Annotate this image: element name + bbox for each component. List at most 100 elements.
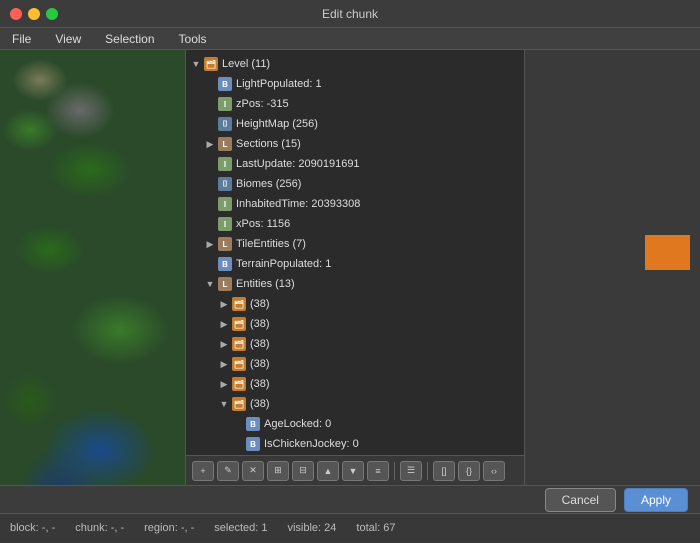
tree-item-label: (38) [250, 298, 270, 310]
tree-item-label: LightPopulated: 1 [236, 78, 322, 90]
tree-item[interactable]: [] HeightMap (256) [186, 114, 524, 134]
status-chunk: chunk: -, - [75, 522, 136, 534]
list-icon: L [218, 277, 232, 291]
tree-item-label: (38) [250, 398, 270, 410]
list-icon: L [218, 237, 232, 251]
tree-item[interactable]: IInhabitedTime: 20393308 [186, 194, 524, 214]
tree-item-label: (38) [250, 378, 270, 390]
toolbar-btn-list[interactable]: ☰ [400, 461, 422, 481]
bottom-toolbar: + ✎ ✕ ⊞ ⊟ ▲ ▼ ≡ ☰ [] {} ‹› [186, 455, 524, 485]
toolbar-btn-4[interactable]: ⊞ [267, 461, 289, 481]
tree-item[interactable]: LEntities (13) [186, 274, 524, 294]
tree-item-label: (38) [250, 318, 270, 330]
tree-item[interactable]: 🗂 (38) [186, 374, 524, 394]
menu-bar: File View Selection Tools [0, 28, 700, 50]
toolbar-btn-8[interactable]: ≡ [367, 461, 389, 481]
toolbar-btn-3[interactable]: ✕ [242, 461, 264, 481]
byte-icon: B [218, 77, 232, 91]
tree-item-label: TileEntities (7) [236, 238, 306, 250]
tree-item-label: TerrainPopulated: 1 [236, 258, 331, 270]
tree-item[interactable]: B IsChickenJockey: 0 [186, 434, 524, 454]
toolbar-btn-arr1[interactable]: [] [433, 461, 455, 481]
toolbar-btn-arr2[interactable]: {} [458, 461, 480, 481]
maximize-button[interactable] [46, 8, 58, 20]
status-selected: selected: 1 [214, 522, 279, 534]
tree-item-label: Biomes (256) [236, 178, 301, 190]
tree-item[interactable]: 🗂 (38) [186, 394, 524, 414]
tree-item-label: zPos: -315 [236, 98, 289, 110]
tree-item[interactable]: IzPos: -315 [186, 94, 524, 114]
tree-item[interactable]: I LastUpdate: 2090191691 [186, 154, 524, 174]
toolbar-btn-2[interactable]: ✎ [217, 461, 239, 481]
tree-item[interactable]: L TileEntities (7) [186, 234, 524, 254]
folder-icon: 🗂 [232, 297, 246, 311]
tree-item[interactable]: B LightPopulated: 1 [186, 74, 524, 94]
int-icon: I [218, 157, 232, 171]
menu-file[interactable]: File [8, 32, 35, 46]
tree-item[interactable]: 🗂 (38) [186, 354, 524, 374]
list-icon: L [218, 137, 232, 151]
tree-item-label: InhabitedTime: 20393308 [236, 198, 360, 210]
cancel-button[interactable]: Cancel [545, 488, 616, 512]
tree-item-label: Level (11) [222, 58, 270, 70]
status-total: total: 67 [356, 522, 407, 534]
status-block: block: -, - [10, 522, 67, 534]
tree-item-label: (38) [250, 358, 270, 370]
map-left-panel[interactable] [0, 50, 185, 485]
toolbar-btn-6[interactable]: ▲ [317, 461, 339, 481]
tree-arrow-icon [190, 58, 202, 70]
folder-icon: 🗂 [232, 357, 246, 371]
tree-arrow-icon [218, 378, 230, 390]
toolbar-btn-1[interactable]: + [192, 461, 214, 481]
tree-item[interactable]: BTerrainPopulated: 1 [186, 254, 524, 274]
status-visible: visible: 24 [287, 522, 348, 534]
menu-view[interactable]: View [51, 32, 85, 46]
tree-item[interactable]: 🗂 (38) [186, 294, 524, 314]
tree-item-label: IsChickenJockey: 0 [264, 438, 359, 450]
bytearray-icon: [] [218, 177, 232, 191]
tree-arrow-icon [218, 318, 230, 330]
folder-icon: 🗂 [232, 317, 246, 331]
tree-arrow-icon [204, 138, 216, 150]
apply-button[interactable]: Apply [624, 488, 688, 512]
toolbar-btn-7[interactable]: ▼ [342, 461, 364, 481]
status-bar: block: -, - chunk: -, - region: -, - sel… [0, 513, 700, 541]
folder-icon: 🗂 [232, 397, 246, 411]
toolbar-btn-5[interactable]: ⊟ [292, 461, 314, 481]
tree-item[interactable]: [] Biomes (256) [186, 174, 524, 194]
int-icon: I [218, 97, 232, 111]
int-icon: I [218, 217, 232, 231]
tree-item-label: AgeLocked: 0 [264, 418, 331, 430]
tree-item-label: (38) [250, 338, 270, 350]
tree-item-label: LastUpdate: 2090191691 [236, 158, 360, 170]
tree-item[interactable]: L Sections (15) [186, 134, 524, 154]
folder-icon: 🗂 [204, 57, 218, 71]
map-right-panel[interactable] [525, 50, 700, 485]
tree-item-label: HeightMap (256) [236, 118, 318, 130]
tree-item[interactable]: 🗂 (38) [186, 334, 524, 354]
minimize-button[interactable] [28, 8, 40, 20]
tree-view[interactable]: 🗂 Level (11) B LightPopulated: 1 IzPos: -315… [186, 50, 524, 455]
tree-item[interactable]: 🗂 Level (11) [186, 54, 524, 74]
traffic-lights [10, 8, 58, 20]
main-layout: 🗂 Level (11) B LightPopulated: 1 IzPos: -315… [0, 50, 700, 485]
byte-icon: B [246, 437, 260, 451]
map-right-canvas [525, 50, 700, 485]
menu-selection[interactable]: Selection [101, 32, 158, 46]
tree-item-label: Sections (15) [236, 138, 301, 150]
menu-tools[interactable]: Tools [175, 32, 211, 46]
tree-item[interactable]: IxPos: 1156 [186, 214, 524, 234]
folder-icon: 🗂 [232, 377, 246, 391]
bytearray-icon: [] [218, 117, 232, 131]
tree-item[interactable]: 🗂 (38) [186, 314, 524, 334]
tree-arrow-icon [218, 338, 230, 350]
toolbar-btn-arr3[interactable]: ‹› [483, 461, 505, 481]
folder-icon: 🗂 [232, 337, 246, 351]
title-bar: Edit chunk [0, 0, 700, 28]
close-button[interactable] [10, 8, 22, 20]
tree-arrow-icon [218, 298, 230, 310]
tree-arrow-icon [204, 238, 216, 250]
window-title: Edit chunk [322, 7, 378, 21]
center-panel: 🗂 Level (11) B LightPopulated: 1 IzPos: -315… [185, 50, 525, 485]
tree-item[interactable]: BAgeLocked: 0 [186, 414, 524, 434]
